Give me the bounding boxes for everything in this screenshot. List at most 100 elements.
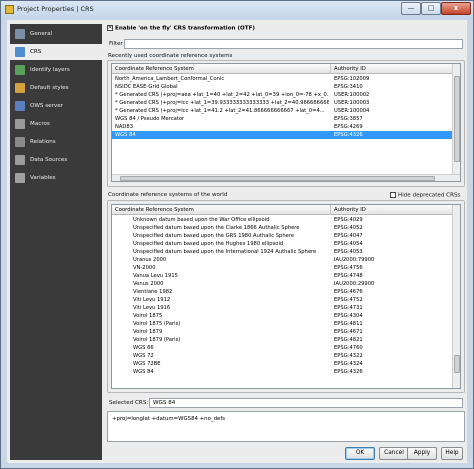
table-row[interactable]: VN-2000 EPSG:4756 xyxy=(112,264,452,272)
variables-icon xyxy=(15,173,25,183)
recent-horizontal-scrollbar[interactable] xyxy=(112,174,460,181)
authority-id-cell: EPSG:4269 xyxy=(334,124,363,130)
table-row[interactable]: WGS 84 / Pseudo Mercator EPSG:3857 xyxy=(112,115,452,123)
sidebar-item-label: Relations xyxy=(30,139,56,145)
crs-name-cell: Venus 2000 xyxy=(133,281,164,287)
apply-button[interactable]: Apply xyxy=(407,447,437,460)
minimize-button[interactable]: — xyxy=(401,2,421,15)
crs-name-cell: Vientiane 1982 xyxy=(133,289,173,295)
sidebar-item-label: OWS server xyxy=(30,103,63,109)
table-row[interactable]: WGS 84 EPSG:4326 xyxy=(112,131,452,139)
filter-input[interactable] xyxy=(124,39,463,49)
authority-id-cell: EPSG:4304 xyxy=(334,313,363,319)
crs-name-cell: North_America_Lambert_Conformal_Conic xyxy=(115,76,225,82)
table-row[interactable]: Vientiane 1982 EPSG:4676 xyxy=(112,288,452,296)
sidebar-item-general[interactable]: General xyxy=(10,26,102,42)
table-row[interactable]: NSIDC EASE-Grid Global EPSG:3410 xyxy=(112,83,452,91)
world-vscroll-thumb[interactable] xyxy=(454,355,460,373)
recent-vertical-scrollbar[interactable] xyxy=(452,64,460,175)
authority-id-cell: IAU2000:29900 xyxy=(334,281,375,287)
sidebar-item-default-styles[interactable]: Default styles xyxy=(10,80,102,96)
general-icon xyxy=(15,29,25,39)
crs-name-cell: Unknown datum based upon the War Office … xyxy=(133,217,270,223)
table-row[interactable]: WGS 84 EPSG:4326 xyxy=(112,368,452,376)
crs-name-cell: Vanua Levu 1915 xyxy=(133,273,178,279)
table-row[interactable]: * Generated CRS (+proj=lcc +lat_1=39.933… xyxy=(112,99,452,107)
table-row[interactable]: Voirol 1879 (Paris) EPSG:4821 xyxy=(112,336,452,344)
crs-name-cell: WGS 72 xyxy=(133,353,154,359)
table-row[interactable]: WGS 66 EPSG:4760 xyxy=(112,344,452,352)
table-row[interactable]: NAD83 EPSG:4269 xyxy=(112,123,452,131)
ok-button[interactable]: OK xyxy=(345,447,375,460)
crs-name-cell: Unspecified datum based upon the Interna… xyxy=(133,249,317,255)
crs-name-cell: * Generated CRS (+proj=aea +lat_1=40 +la… xyxy=(115,92,329,98)
table-row[interactable]: * Generated CRS (+proj=lcc +lat_1=41.2 +… xyxy=(112,107,452,115)
table-row[interactable]: Unspecified datum based upon the Clarke … xyxy=(112,224,452,232)
crs-name-cell: Voirol 1879 (Paris) xyxy=(133,337,181,343)
recent-crs-table[interactable]: Coordinate Reference System Authority ID… xyxy=(111,63,461,182)
proj-definition-box: +proj=longlat +datum=WGS84 +no_defs xyxy=(107,411,465,442)
selected-crs-field[interactable]: WGS 84 xyxy=(149,398,463,408)
otf-checkbox[interactable]: ✕ Enable 'on the fly' CRS transformation … xyxy=(107,25,465,35)
sidebar-item-label: Default styles xyxy=(30,85,69,91)
table-row[interactable]: Unspecified datum based upon the Hughes … xyxy=(112,240,452,248)
table-row[interactable]: Unspecified datum based upon the Interna… xyxy=(112,248,452,256)
sidebar-item-ows-server[interactable]: OWS server xyxy=(10,98,102,114)
table-row[interactable]: Unknown datum based upon the War Office … xyxy=(112,216,452,224)
table-row[interactable]: Voirol 1875 EPSG:4304 xyxy=(112,312,452,320)
sidebar-item-data-sources[interactable]: Data Sources xyxy=(10,152,102,168)
cancel-button[interactable]: Cancel xyxy=(379,447,409,460)
table-row[interactable]: Unspecified datum based upon the GRS 198… xyxy=(112,232,452,240)
authority-id-cell: EPSG:4756 xyxy=(334,265,363,271)
table-row[interactable]: WGS 72BE EPSG:4324 xyxy=(112,360,452,368)
recent-col-crs[interactable]: Coordinate Reference System xyxy=(112,64,331,74)
recent-vscroll-thumb[interactable] xyxy=(454,76,460,162)
sidebar-item-crs[interactable]: CRS xyxy=(10,44,102,60)
sidebar-item-label: Data Sources xyxy=(30,157,68,163)
authority-id-cell: EPSG:4047 xyxy=(334,233,363,239)
recent-col-authority[interactable]: Authority ID xyxy=(331,64,453,74)
table-row[interactable]: Venus 2000 IAU2000:29900 xyxy=(112,280,452,288)
authority-id-cell: EPSG:4053 xyxy=(334,249,363,255)
world-crs-table[interactable]: Coordinate Reference System Authority ID… xyxy=(111,204,461,389)
table-row[interactable]: Viti Levu 1912 EPSG:4752 xyxy=(112,296,452,304)
sidebar-item-label: CRS xyxy=(30,49,42,55)
table-row[interactable]: Vanua Levu 1915 EPSG:4748 xyxy=(112,272,452,280)
resize-grip[interactable]: ⋰ xyxy=(459,456,465,462)
table-row[interactable]: Uranus 2000 IAU2000:79900 xyxy=(112,256,452,264)
table-row[interactable]: WGS 72 EPSG:4322 xyxy=(112,352,452,360)
world-col-crs[interactable]: Coordinate Reference System xyxy=(112,205,331,215)
authority-id-cell: IAU2000:79900 xyxy=(334,257,375,263)
sidebar-item-relations[interactable]: Relations xyxy=(10,134,102,150)
table-row[interactable]: Voirol 1879 EPSG:4671 xyxy=(112,328,452,336)
recent-crs-label: Recently used coordinate reference syste… xyxy=(108,53,233,59)
recent-hscroll-thumb[interactable] xyxy=(120,176,435,181)
world-vertical-scrollbar[interactable] xyxy=(452,205,460,388)
sidebar-item-macros[interactable]: Macros xyxy=(10,116,102,132)
authority-id-cell: EPSG:4324 xyxy=(334,361,363,367)
proj-definition-text: +proj=longlat +datum=WGS84 +no_defs xyxy=(112,416,226,422)
crs-name-cell: Viti Levu 1912 xyxy=(133,297,171,303)
sidebar-item-identify-layers[interactable]: Identify layers xyxy=(10,62,102,78)
sidebar-item-label: Variables xyxy=(30,175,56,181)
table-row[interactable]: Voirol 1875 (Paris) EPSG:4811 xyxy=(112,320,452,328)
sidebar-item-variables[interactable]: Variables xyxy=(10,170,102,186)
crs-name-cell: Uranus 2000 xyxy=(133,257,167,263)
table-row[interactable]: * Generated CRS (+proj=aea +lat_1=40 +la… xyxy=(112,91,452,99)
table-row[interactable]: Viti Levu 1916 EPSG:4731 xyxy=(112,304,452,312)
authority-id-cell: EPSG:4054 xyxy=(334,241,363,247)
crs-name-cell: WGS 84 / Pseudo Mercator xyxy=(115,116,185,122)
maximize-button[interactable]: □ xyxy=(421,2,441,15)
window-title: Project Properties | CRS xyxy=(17,5,94,13)
title-bar[interactable]: Project Properties | CRS — □ x xyxy=(1,1,473,19)
relations-icon xyxy=(15,137,25,147)
close-button[interactable]: x xyxy=(441,2,471,15)
world-col-authority[interactable]: Authority ID xyxy=(331,205,453,215)
hide-deprecated-box[interactable] xyxy=(390,192,396,198)
otf-checkbox-box[interactable]: ✕ xyxy=(107,25,113,31)
hide-deprecated-checkbox[interactable]: Hide deprecated CRSs xyxy=(390,192,460,199)
crs-name-cell: Unspecified datum based upon the Hughes … xyxy=(133,241,284,247)
sidebar-item-label: Identify layers xyxy=(30,67,70,73)
authority-id-cell: EPSG:4322 xyxy=(334,353,363,359)
table-row[interactable]: North_America_Lambert_Conformal_Conic EPS… xyxy=(112,75,452,83)
